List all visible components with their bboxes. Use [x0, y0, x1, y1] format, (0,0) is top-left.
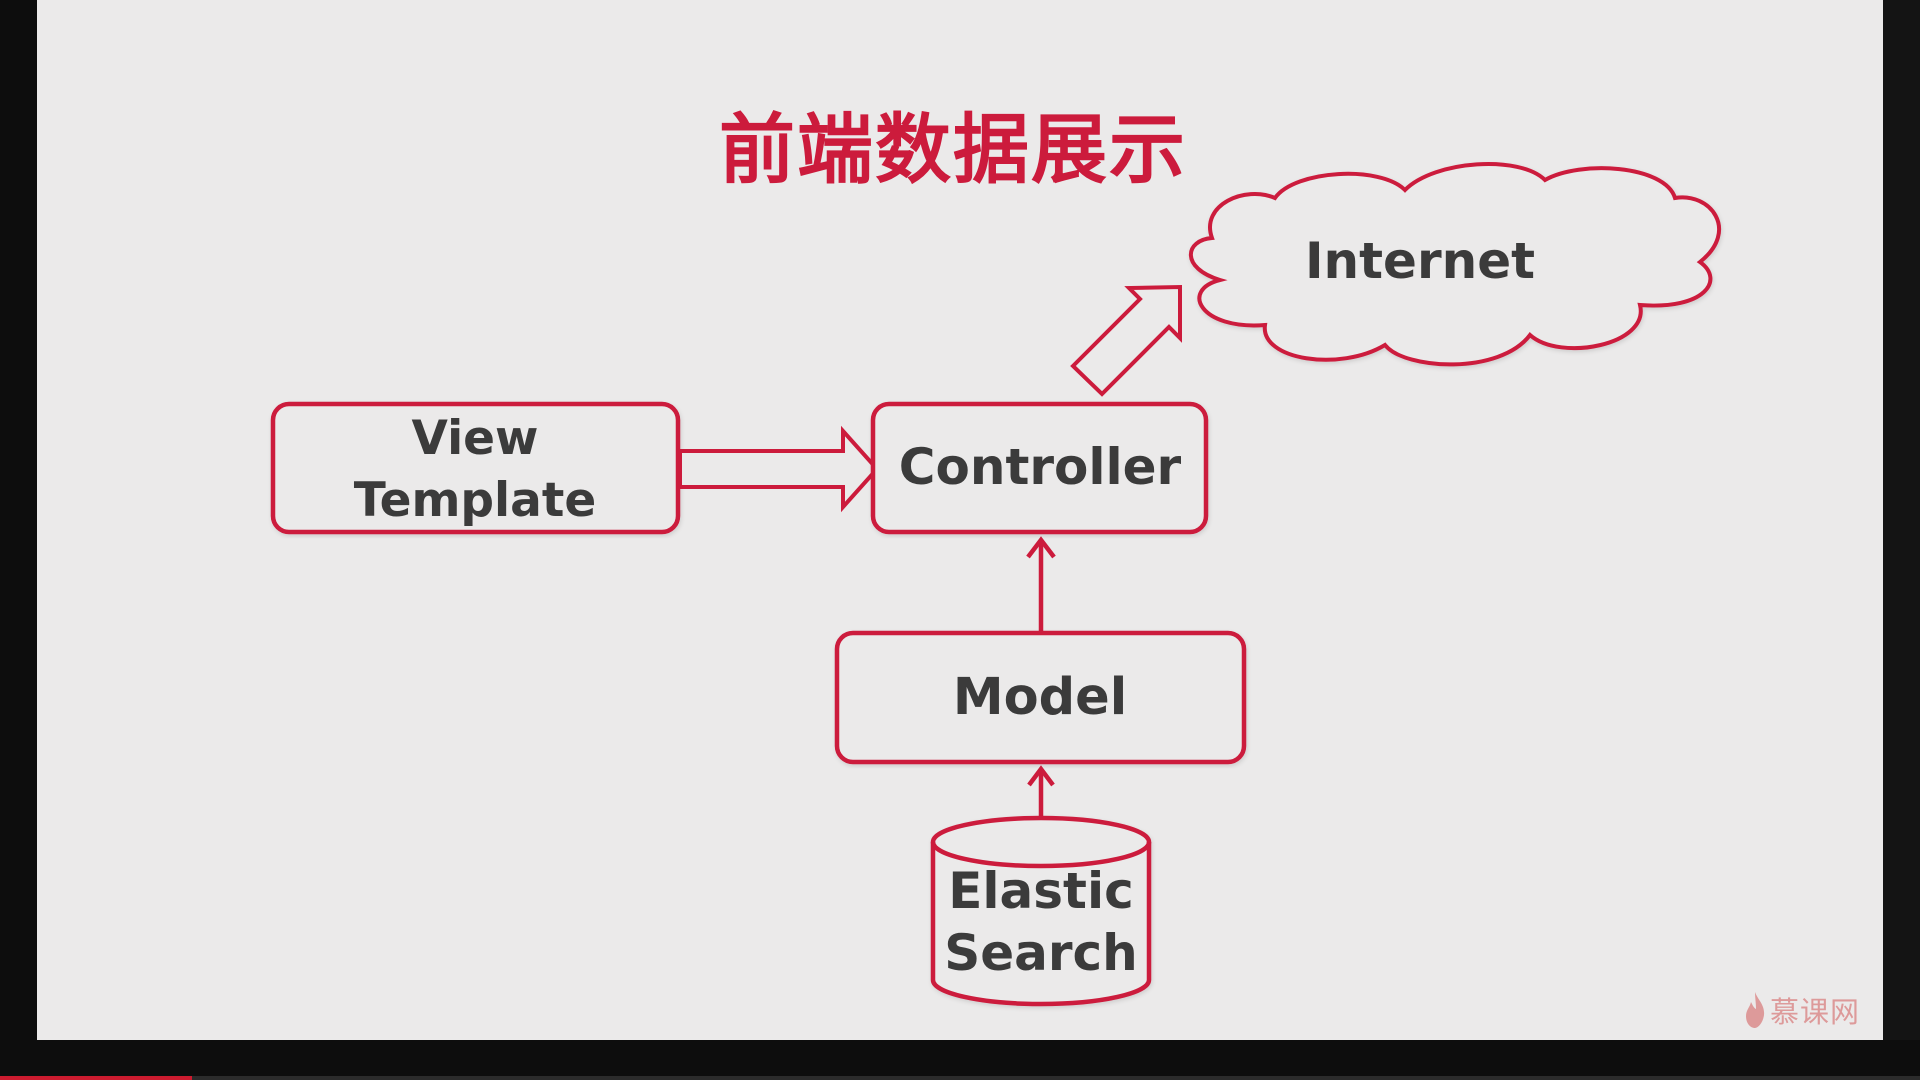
- elasticsearch-label-line2: Search: [944, 924, 1138, 982]
- internet-cloud: Internet: [1188, 162, 1722, 367]
- watermark-text: 慕课网: [1770, 995, 1861, 1029]
- controller-label: Controller: [899, 438, 1182, 496]
- view-template-label-line1: View: [412, 411, 539, 466]
- elasticsearch-to-model-arrow: [1027, 765, 1055, 816]
- model-node: Model: [834, 630, 1247, 765]
- elasticsearch-label-line1: Elastic: [948, 862, 1133, 920]
- view-template-node: View Template: [270, 401, 681, 535]
- elasticsearch-node: Elastic Search: [930, 815, 1152, 1007]
- video-progress-bar[interactable]: [0, 1076, 1920, 1080]
- video-frame: 前端数据展示 Internet View Template Controller: [0, 0, 1920, 1080]
- model-label: Model: [953, 668, 1127, 727]
- video-progress-fill: [0, 1076, 192, 1080]
- internet-label: Internet: [1305, 232, 1535, 290]
- view-to-controller-arrow: [678, 425, 880, 513]
- controller-to-internet-arrow: [1070, 284, 1182, 397]
- watermark-logo: 慕课网: [1744, 990, 1860, 1030]
- architecture-diagram: Internet View Template Controller Model: [270, 162, 1722, 1007]
- controller-node: Controller: [870, 401, 1209, 535]
- model-to-controller-arrow: [1026, 536, 1056, 632]
- flame-icon: [1746, 992, 1765, 1028]
- view-template-label-line2: Template: [354, 473, 596, 528]
